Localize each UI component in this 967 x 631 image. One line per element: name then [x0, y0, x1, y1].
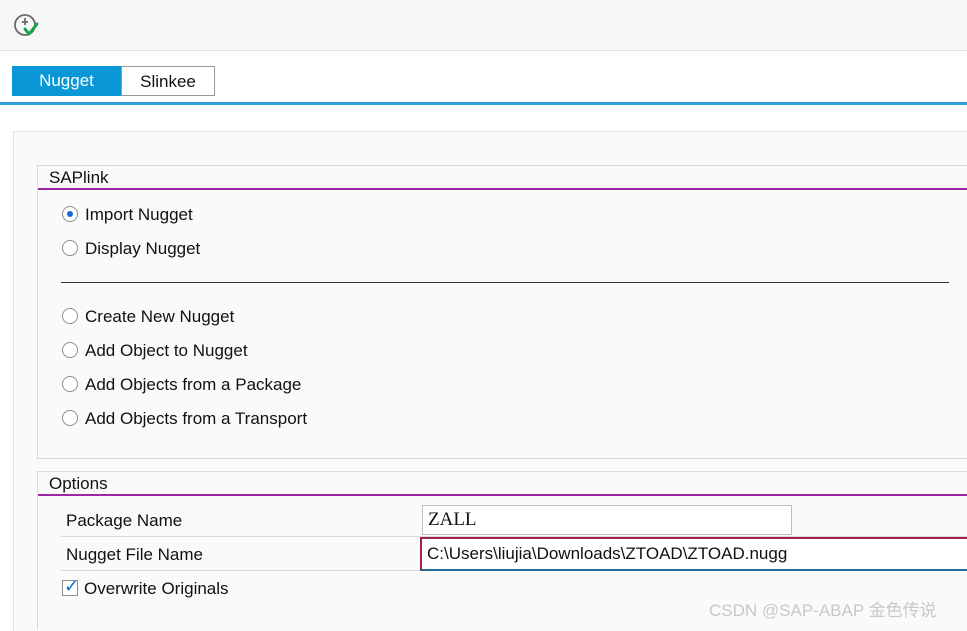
tab-nugget[interactable]: Nugget: [12, 66, 121, 96]
tab-underline: [0, 102, 967, 105]
radio-label: Import Nugget: [85, 205, 193, 224]
radio-label: Display Nugget: [85, 239, 201, 258]
overwrite-originals-label: Overwrite Originals: [84, 579, 229, 598]
radio-button[interactable]: [62, 410, 78, 426]
package-name-label: Package Name: [66, 511, 183, 530]
radio-button[interactable]: [62, 240, 78, 256]
radio-button[interactable]: [62, 342, 78, 358]
checkmark-icon: ✓: [64, 576, 80, 596]
application-toolbar: [0, 0, 967, 51]
radio-label: Add Objects from a Transport: [85, 409, 308, 428]
tab-slinkee[interactable]: Slinkee: [121, 66, 215, 96]
radio-label: Add Objects from a Package: [85, 375, 302, 394]
radio-label: Create New Nugget: [85, 307, 235, 326]
execute-check-icon[interactable]: [12, 12, 40, 40]
nugget-file-label: Nugget File Name: [66, 545, 204, 564]
nugget-file-input[interactable]: C:\Users\liujia\Downloads\ZTOAD\ZTOAD.nu…: [420, 537, 967, 571]
radio-button[interactable]: [62, 376, 78, 392]
separator-line: [61, 282, 949, 283]
package-name-input[interactable]: ZALL: [422, 505, 792, 535]
overwrite-originals-checkbox[interactable]: ✓: [62, 576, 80, 596]
options-group-title: Options: [38, 472, 967, 496]
radio-button[interactable]: [62, 308, 78, 324]
radio-button[interactable]: [62, 206, 78, 222]
radio-label: Add Object to Nugget: [85, 341, 248, 360]
watermark-text: CSDN @SAP-ABAP 金色传说: [709, 601, 937, 620]
saplink-group-title: SAPlink: [38, 166, 967, 190]
